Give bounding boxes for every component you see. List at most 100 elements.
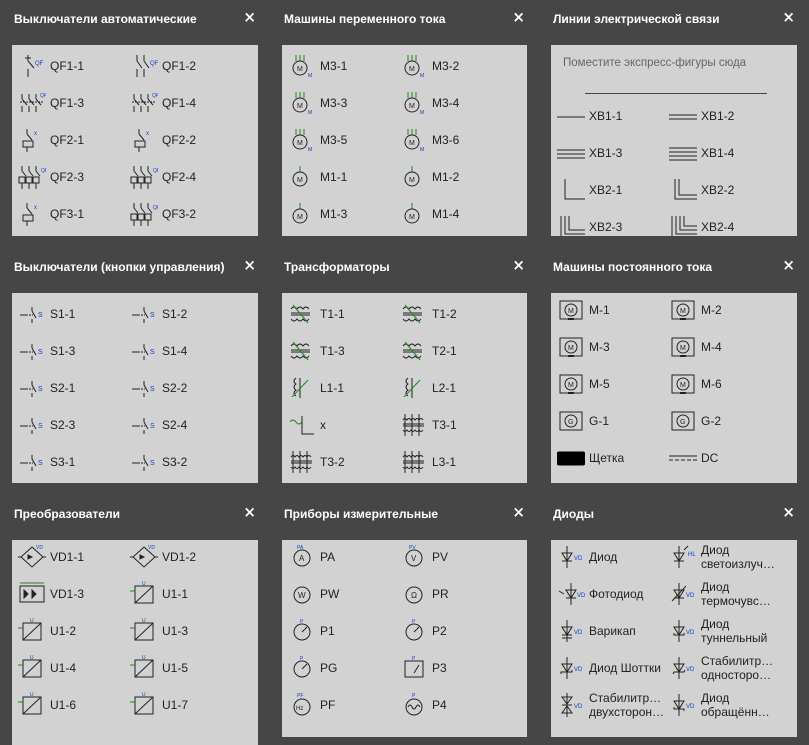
stencil-item[interactable]: U U1-7 xyxy=(130,690,188,720)
stencil-item[interactable]: S S2-3 xyxy=(18,410,75,440)
stencil-item[interactable]: Hz PF PF xyxy=(288,690,335,720)
stencil-item[interactable]: M M1-2 xyxy=(400,162,459,192)
stencil-item[interactable]: W PW xyxy=(288,579,339,609)
stencil-item[interactable]: G G-1 xyxy=(557,406,609,436)
stencil-item[interactable]: P P3 xyxy=(400,653,447,683)
close-icon[interactable]: × xyxy=(243,10,256,25)
stencil-item[interactable]: U U1-3 xyxy=(130,616,188,646)
stencil-item[interactable]: XB1-4 xyxy=(669,138,734,168)
stencil-item[interactable]: U U1-6 xyxy=(18,690,76,720)
stencil-item[interactable]: XB1-3 xyxy=(557,138,622,168)
stencil-item[interactable]: M M-5 xyxy=(557,369,610,399)
stencil-item[interactable]: U U1-5 xyxy=(130,653,188,683)
stencil-item[interactable]: V PV PV xyxy=(400,542,448,572)
stencil-item[interactable]: Щетка xyxy=(557,443,624,473)
stencil-item[interactable]: XB2-2 xyxy=(669,175,734,205)
stencil-item[interactable]: XB1-1 xyxy=(557,101,622,131)
stencil-item[interactable]: G G-2 xyxy=(669,406,721,436)
stencil-item[interactable]: M M-4 xyxy=(669,332,722,362)
stencil-item[interactable]: M M M3-5 xyxy=(288,125,347,155)
stencil-item[interactable]: XB1-2 xyxy=(669,101,734,131)
stencil-item[interactable]: S S2-4 xyxy=(130,410,187,440)
stencil-item[interactable]: L2-1 xyxy=(400,373,456,403)
stencil-item[interactable]: M M-1 xyxy=(557,295,610,325)
stencil-item[interactable]: XB2-1 xyxy=(557,175,622,205)
stencil-item[interactable]: U U1-2 xyxy=(18,616,76,646)
stencil-item[interactable]: M M M3-1 xyxy=(288,51,347,81)
stencil-item[interactable]: VD Диод туннельный xyxy=(669,616,787,646)
stencil-item[interactable]: VD1-3 xyxy=(18,579,84,609)
stencil-item[interactable]: XB2-3 xyxy=(557,212,622,236)
stencil-item[interactable]: S S3-2 xyxy=(130,447,187,477)
panel-transformers: Трансформаторы × T1-1 T1-2 T1-3 T2-1 L1-1 L2-… xyxy=(270,248,539,495)
stencil-item[interactable]: A PA PA xyxy=(288,542,335,572)
close-icon[interactable]: × xyxy=(782,505,795,520)
close-icon[interactable]: × xyxy=(782,10,795,25)
stencil-area: S S1-1 S S1-2 S S1-3 S S1-4 S S2-1 S S2-2 S S2-3 S S2-4… xyxy=(12,293,258,483)
close-icon[interactable]: × xyxy=(512,10,525,25)
meter-icon: P xyxy=(288,618,316,644)
close-icon[interactable]: × xyxy=(243,505,256,520)
stencil-item[interactable]: P PG xyxy=(288,653,337,683)
stencil-item[interactable]: S S1-1 xyxy=(18,299,75,329)
close-icon[interactable]: × xyxy=(782,258,795,273)
stencil-item[interactable]: HL Диод светоизлуч… xyxy=(669,542,787,572)
stencil-item[interactable]: QF QF1-2 xyxy=(130,51,196,81)
stencil-item[interactable]: L3-1 xyxy=(400,447,456,477)
stencil-item[interactable]: VD Стабилитр… двухсторон… xyxy=(557,690,675,720)
stencil-item[interactable]: VD Варикап xyxy=(557,616,636,646)
stencil-item[interactable]: QF QF1-3 xyxy=(18,88,84,118)
stencil-item[interactable]: T1-3 xyxy=(288,336,345,366)
close-icon[interactable]: × xyxy=(512,258,525,273)
stencil-item[interactable]: M M-3 xyxy=(557,332,610,362)
stencil-item[interactable]: QF QF1-4 xyxy=(130,88,196,118)
stencil-item[interactable]: P P4 xyxy=(400,690,447,720)
stencil-item[interactable]: S S2-2 xyxy=(130,373,187,403)
stencil-item[interactable]: U U1-4 xyxy=(18,653,76,683)
stencil-item[interactable]: L1-1 xyxy=(288,373,344,403)
stencil-item[interactable]: P P2 xyxy=(400,616,447,646)
stencil-item[interactable]: M M1-4 xyxy=(400,199,459,229)
stencil-item[interactable]: M M1-1 xyxy=(288,162,347,192)
stencil-item[interactable]: QF QF1-1 xyxy=(18,51,84,81)
stencil-item[interactable]: DC xyxy=(669,443,718,473)
stencil-item[interactable]: S S2-1 xyxy=(18,373,75,403)
stencil-item[interactable]: P P1 xyxy=(288,616,335,646)
stencil-item[interactable]: VD Диод xyxy=(557,542,617,572)
stencil-item[interactable]: T2-1 xyxy=(400,336,457,366)
stencil-item[interactable]: S S3-1 xyxy=(18,447,75,477)
stencil-item[interactable]: M M-2 xyxy=(669,295,722,325)
stencil-item[interactable]: x xyxy=(288,410,326,440)
stencil-item[interactable]: QF QF3-2 xyxy=(130,199,196,229)
close-icon[interactable]: × xyxy=(243,258,256,273)
stencil-item[interactable]: x QF2-1 xyxy=(18,125,84,155)
stencil-item[interactable]: M M-6 xyxy=(669,369,722,399)
stencil-item[interactable]: VD Диод термочувс… xyxy=(669,579,787,609)
stencil-item[interactable]: VD VD1-1 xyxy=(18,542,84,572)
stencil-item[interactable]: S S1-2 xyxy=(130,299,187,329)
stencil-item[interactable]: VD VD1-2 xyxy=(130,542,196,572)
stencil-item[interactable]: M M1-3 xyxy=(288,199,347,229)
stencil-item[interactable]: QF QF2-3 xyxy=(18,162,84,192)
stencil-item[interactable]: VD Фотодиод xyxy=(557,579,643,609)
stencil-item[interactable]: XB2-4 xyxy=(669,212,734,236)
stencil-item[interactable]: T3-2 xyxy=(288,447,345,477)
stencil-item[interactable]: VD Стабилитр… односторо… xyxy=(669,653,787,683)
stencil-item[interactable]: M M M3-3 xyxy=(288,88,347,118)
stencil-item[interactable]: VD Диод Шоттки xyxy=(557,653,661,683)
stencil-item[interactable]: U U1-1 xyxy=(130,579,188,609)
stencil-item[interactable]: QF QF2-4 xyxy=(130,162,196,192)
stencil-item[interactable]: VD Диод обращённ… xyxy=(669,690,787,720)
stencil-item[interactable]: T1-1 xyxy=(288,299,345,329)
stencil-item[interactable]: M M M3-4 xyxy=(400,88,459,118)
stencil-item[interactable]: S S1-3 xyxy=(18,336,75,366)
stencil-item[interactable]: T3-1 xyxy=(400,410,457,440)
stencil-item[interactable]: x QF3-1 xyxy=(18,199,84,229)
stencil-item[interactable]: Ω PR xyxy=(400,579,449,609)
stencil-item[interactable]: x QF2-2 xyxy=(130,125,196,155)
stencil-item[interactable]: M M M3-6 xyxy=(400,125,459,155)
stencil-item[interactable]: S S1-4 xyxy=(130,336,187,366)
stencil-item[interactable]: M M M3-2 xyxy=(400,51,459,81)
close-icon[interactable]: × xyxy=(512,505,525,520)
stencil-item[interactable]: T1-2 xyxy=(400,299,457,329)
